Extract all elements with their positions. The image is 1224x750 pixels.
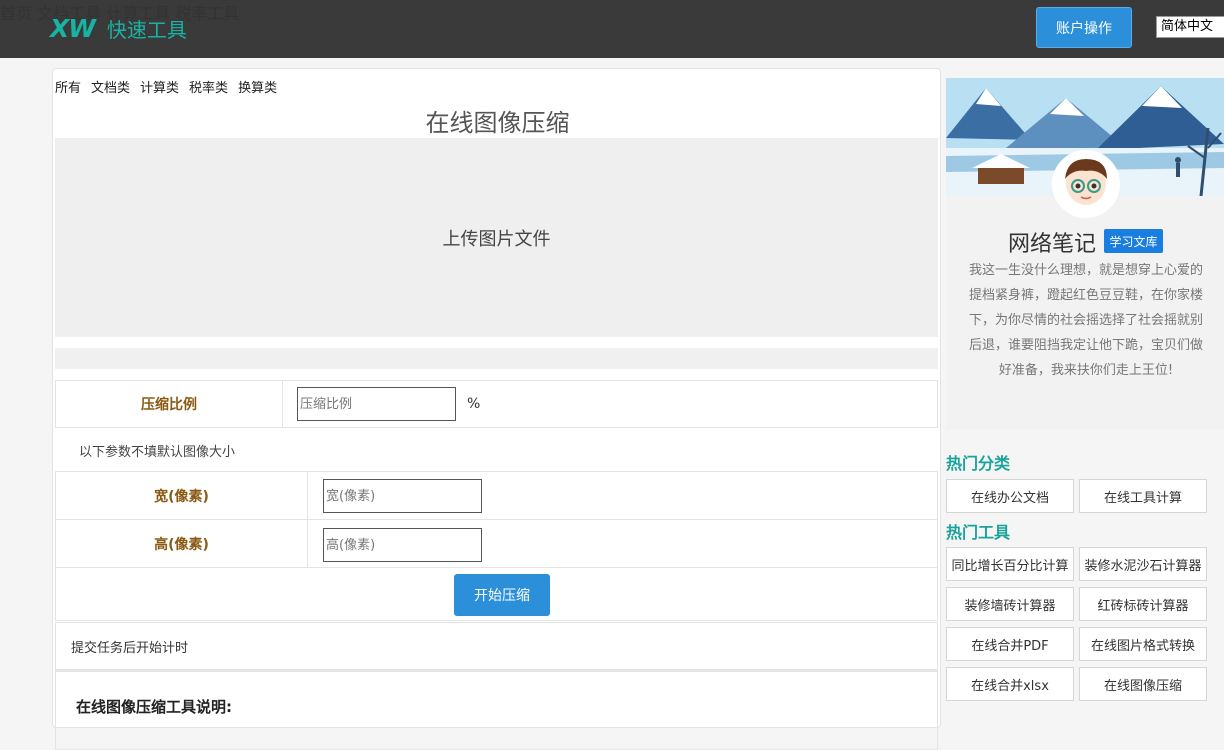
profile-card: 网络笔记 学习文库 我这一生没什么理想，就是想穿上心爱的提档紧身裤，蹬起红色豆豆… (946, 78, 1224, 430)
category-calc[interactable]: 计算类 (140, 77, 179, 96)
hot-tool-image-compress[interactable]: 在线图像压缩 (1079, 667, 1207, 701)
width-label: 宽(像素) (56, 472, 308, 519)
ratio-input[interactable] (297, 387, 456, 421)
height-label: 高(像素) (56, 520, 308, 567)
hot-tool-merge-pdf[interactable]: 在线合并PDF (946, 627, 1074, 661)
language-select[interactable]: 简体中文 (1156, 16, 1224, 38)
start-compress-button[interactable]: 开始压缩 (454, 574, 550, 616)
category-tax[interactable]: 税率类 (189, 77, 228, 96)
height-input[interactable] (323, 528, 482, 562)
width-input[interactable] (323, 479, 482, 513)
category-docs[interactable]: 文档类 (91, 77, 130, 96)
nav-link-home[interactable]: 首页 (0, 4, 32, 23)
ratio-label: 压缩比例 (56, 381, 283, 427)
description-title: 在线图像压缩工具说明: (76, 698, 232, 716)
top-navigation-bar: XW 快速工具 首页 文档工具 计算工具 税率工具 账户操作 简体中文 (0, 0, 1224, 58)
hot-tool-wall-tile[interactable]: 装修墙砖计算器 (946, 587, 1074, 621)
submit-row: 开始压缩 (55, 567, 938, 621)
timer-status: 提交任务后开始计时 (55, 622, 938, 670)
hot-tool-red-brick[interactable]: 红砖标砖计算器 (1079, 587, 1207, 621)
upload-label: 上传图片文件 (442, 228, 551, 250)
height-row: 高(像素) (55, 519, 938, 568)
category-all[interactable]: 所有 (55, 77, 81, 96)
hot-categories-title: 热门分类 (946, 454, 1011, 473)
page-title: 在线图像压缩 (425, 109, 570, 137)
ratio-row: 压缩比例 % (55, 380, 938, 428)
percent-unit: % (467, 396, 481, 412)
profile-bio: 我这一生没什么理想，就是想穿上心爱的提档紧身裤，蹬起红色豆豆鞋，在你家楼下，为你… (968, 263, 1203, 378)
profile-avatar[interactable] (1052, 150, 1120, 218)
avatar-image (1055, 153, 1117, 215)
width-row: 宽(像素) (55, 471, 938, 520)
upload-dropzone[interactable]: 上传图片文件 (55, 138, 938, 337)
hot-tools-title: 热门工具 (946, 523, 1011, 542)
tool-description: 在线图像压缩工具说明: (55, 670, 938, 750)
category-filter: 所有 文档类 计算类 税率类 换算类 (55, 77, 277, 96)
profile-name: 网络笔记 (1008, 232, 1097, 257)
progress-bar (55, 348, 938, 369)
logo-mark: XW (50, 13, 96, 43)
hot-category-office-docs[interactable]: 在线办公文档 (946, 479, 1074, 513)
hot-tool-cement-sand[interactable]: 装修水泥沙石计算器 (1079, 547, 1207, 581)
category-convert[interactable]: 换算类 (238, 77, 277, 96)
hot-tool-image-convert[interactable]: 在线图片格式转换 (1079, 627, 1207, 661)
logo-text: 快速工具 (106, 17, 187, 42)
hot-category-calc-tools[interactable]: 在线工具计算 (1079, 479, 1207, 513)
account-button[interactable]: 账户操作 (1036, 7, 1132, 48)
profile-badge[interactable]: 学习文库 (1104, 229, 1163, 253)
hot-tool-merge-xlsx[interactable]: 在线合并xlsx (946, 667, 1074, 701)
tool-panel: 所有 文档类 计算类 税率类 换算类 在线图像压缩 上传图片文件 压缩比例 % … (52, 68, 941, 750)
optional-params-note: 以下参数不填默认图像大小 (79, 445, 236, 460)
site-logo[interactable]: XW 快速工具 (50, 12, 187, 44)
hot-tool-yoy-growth[interactable]: 同比增长百分比计算 (946, 547, 1074, 581)
